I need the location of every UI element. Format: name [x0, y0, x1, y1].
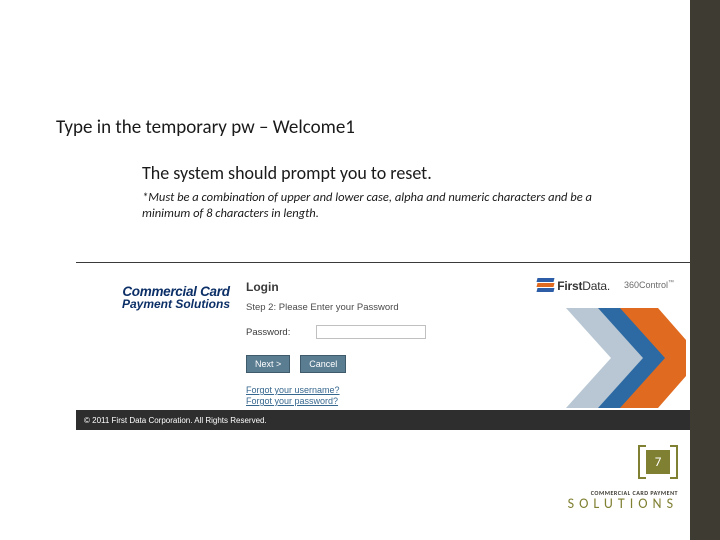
solutions-wordmark: COMMERCIAL CARD PAYMENT SOLUTIONS: [568, 490, 678, 511]
login-form: Login Step 2: Please Enter your Password…: [246, 280, 506, 406]
instruction-note: *Must be a combination of upper and lowe…: [142, 190, 642, 221]
flag-icon: [537, 278, 554, 293]
next-button[interactable]: Next >: [246, 355, 290, 373]
bracket-left-icon: [638, 445, 646, 479]
forgot-password-link[interactable]: Forgot your password?: [246, 396, 506, 406]
first-data-text: FirstData.: [557, 279, 610, 293]
password-label: Password:: [246, 327, 306, 338]
forgot-username-link[interactable]: Forgot your username?: [246, 385, 506, 395]
first-data-logo: FirstData.: [537, 278, 610, 293]
instruction-title: Type in the temporary pw – Welcome1: [56, 116, 355, 139]
bracket-right-icon: [670, 445, 678, 479]
brand-line2: Payment Solutions: [106, 297, 246, 311]
login-heading: Login: [246, 280, 506, 294]
slide-sidebar: [690, 0, 720, 540]
login-screenshot: Commercial Card Payment Solutions Login …: [76, 262, 690, 430]
page-number-badge: 7: [638, 446, 678, 478]
login-step-text: Step 2: Please Enter your Password: [246, 302, 506, 313]
brand-right: FirstData. 360Control™: [537, 278, 674, 293]
page-number: 7: [646, 450, 670, 474]
help-links: Forgot your username? Forgot your passwo…: [246, 385, 506, 406]
password-input[interactable]: [316, 325, 426, 339]
copyright-text: © 2011 First Data Corporation. All Right…: [84, 416, 267, 425]
360control-text: 360Control™: [624, 280, 674, 290]
button-row: Next > Cancel: [246, 355, 506, 373]
screenshot-footer: © 2011 First Data Corporation. All Right…: [76, 410, 690, 430]
chevron-graphic: [566, 308, 686, 408]
solutions-line2: SOLUTIONS: [568, 497, 678, 511]
divider: [76, 262, 690, 263]
instruction-subtitle: The system should prompt you to reset.: [142, 162, 432, 184]
cancel-button[interactable]: Cancel: [300, 355, 346, 373]
commercial-card-logo: Commercial Card Payment Solutions: [106, 284, 246, 311]
password-row: Password:: [246, 325, 506, 339]
